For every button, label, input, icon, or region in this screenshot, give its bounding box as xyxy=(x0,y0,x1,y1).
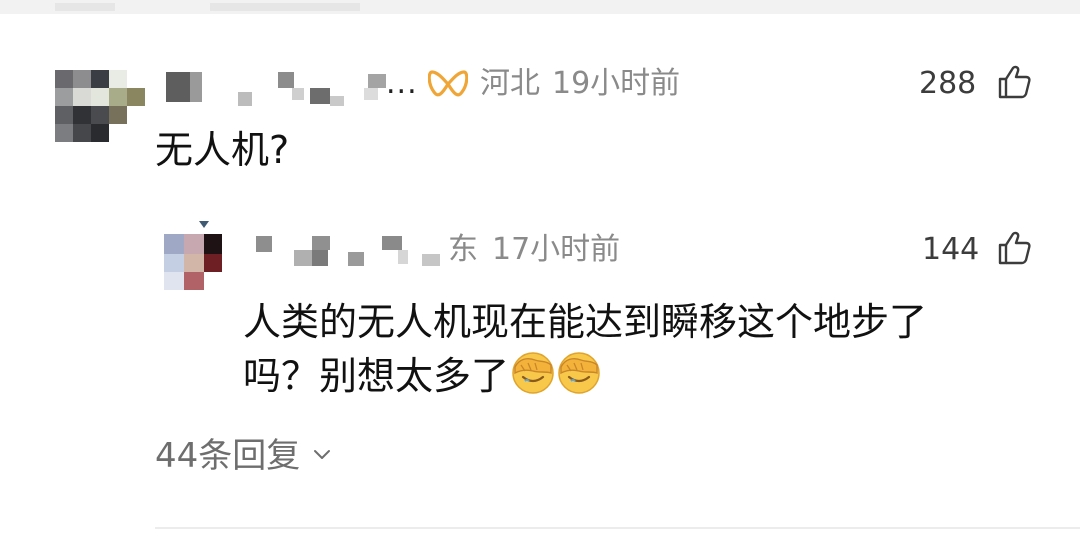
reply-avatar[interactable] xyxy=(164,234,222,290)
username-ellipsis: ... xyxy=(386,66,418,101)
username-blurred[interactable] xyxy=(160,70,390,110)
view-replies-link[interactable]: 44条回复 xyxy=(155,436,332,476)
thumbs-up-icon[interactable] xyxy=(996,64,1032,100)
divider xyxy=(155,527,1080,529)
reply-location: 东 xyxy=(448,232,478,267)
comment-text: 无人机? xyxy=(155,128,290,172)
thumbs-up-icon[interactable] xyxy=(996,230,1032,266)
reply-text-line-2-content: 吗？别想太多了 xyxy=(243,354,510,398)
vip-badge-icon xyxy=(428,70,468,97)
reply-text-line-1: 人类的无人机现在能达到瞬移这个地步了 xyxy=(243,300,928,344)
facepalm-emoji xyxy=(512,352,554,394)
comment-time: 19小时前 xyxy=(552,66,681,101)
comment-location: 河北 xyxy=(480,66,540,101)
comment-like-count: 288 xyxy=(919,66,977,101)
reply-like-count: 144 xyxy=(922,232,980,267)
top-edge-fragment xyxy=(0,0,1080,14)
top-fragment xyxy=(55,3,115,11)
reply-username-blurred[interactable] xyxy=(250,232,450,272)
avatar[interactable] xyxy=(55,70,145,142)
top-fragment xyxy=(210,3,360,11)
replies-count-label: 44条回复 xyxy=(155,436,301,476)
facepalm-emoji xyxy=(558,352,600,394)
avatar-indicator xyxy=(199,221,209,228)
reply-time: 17小时前 xyxy=(492,232,621,267)
reply-text-line-2: 吗？别想太多了 xyxy=(243,350,601,402)
chevron-down-icon xyxy=(314,450,331,459)
